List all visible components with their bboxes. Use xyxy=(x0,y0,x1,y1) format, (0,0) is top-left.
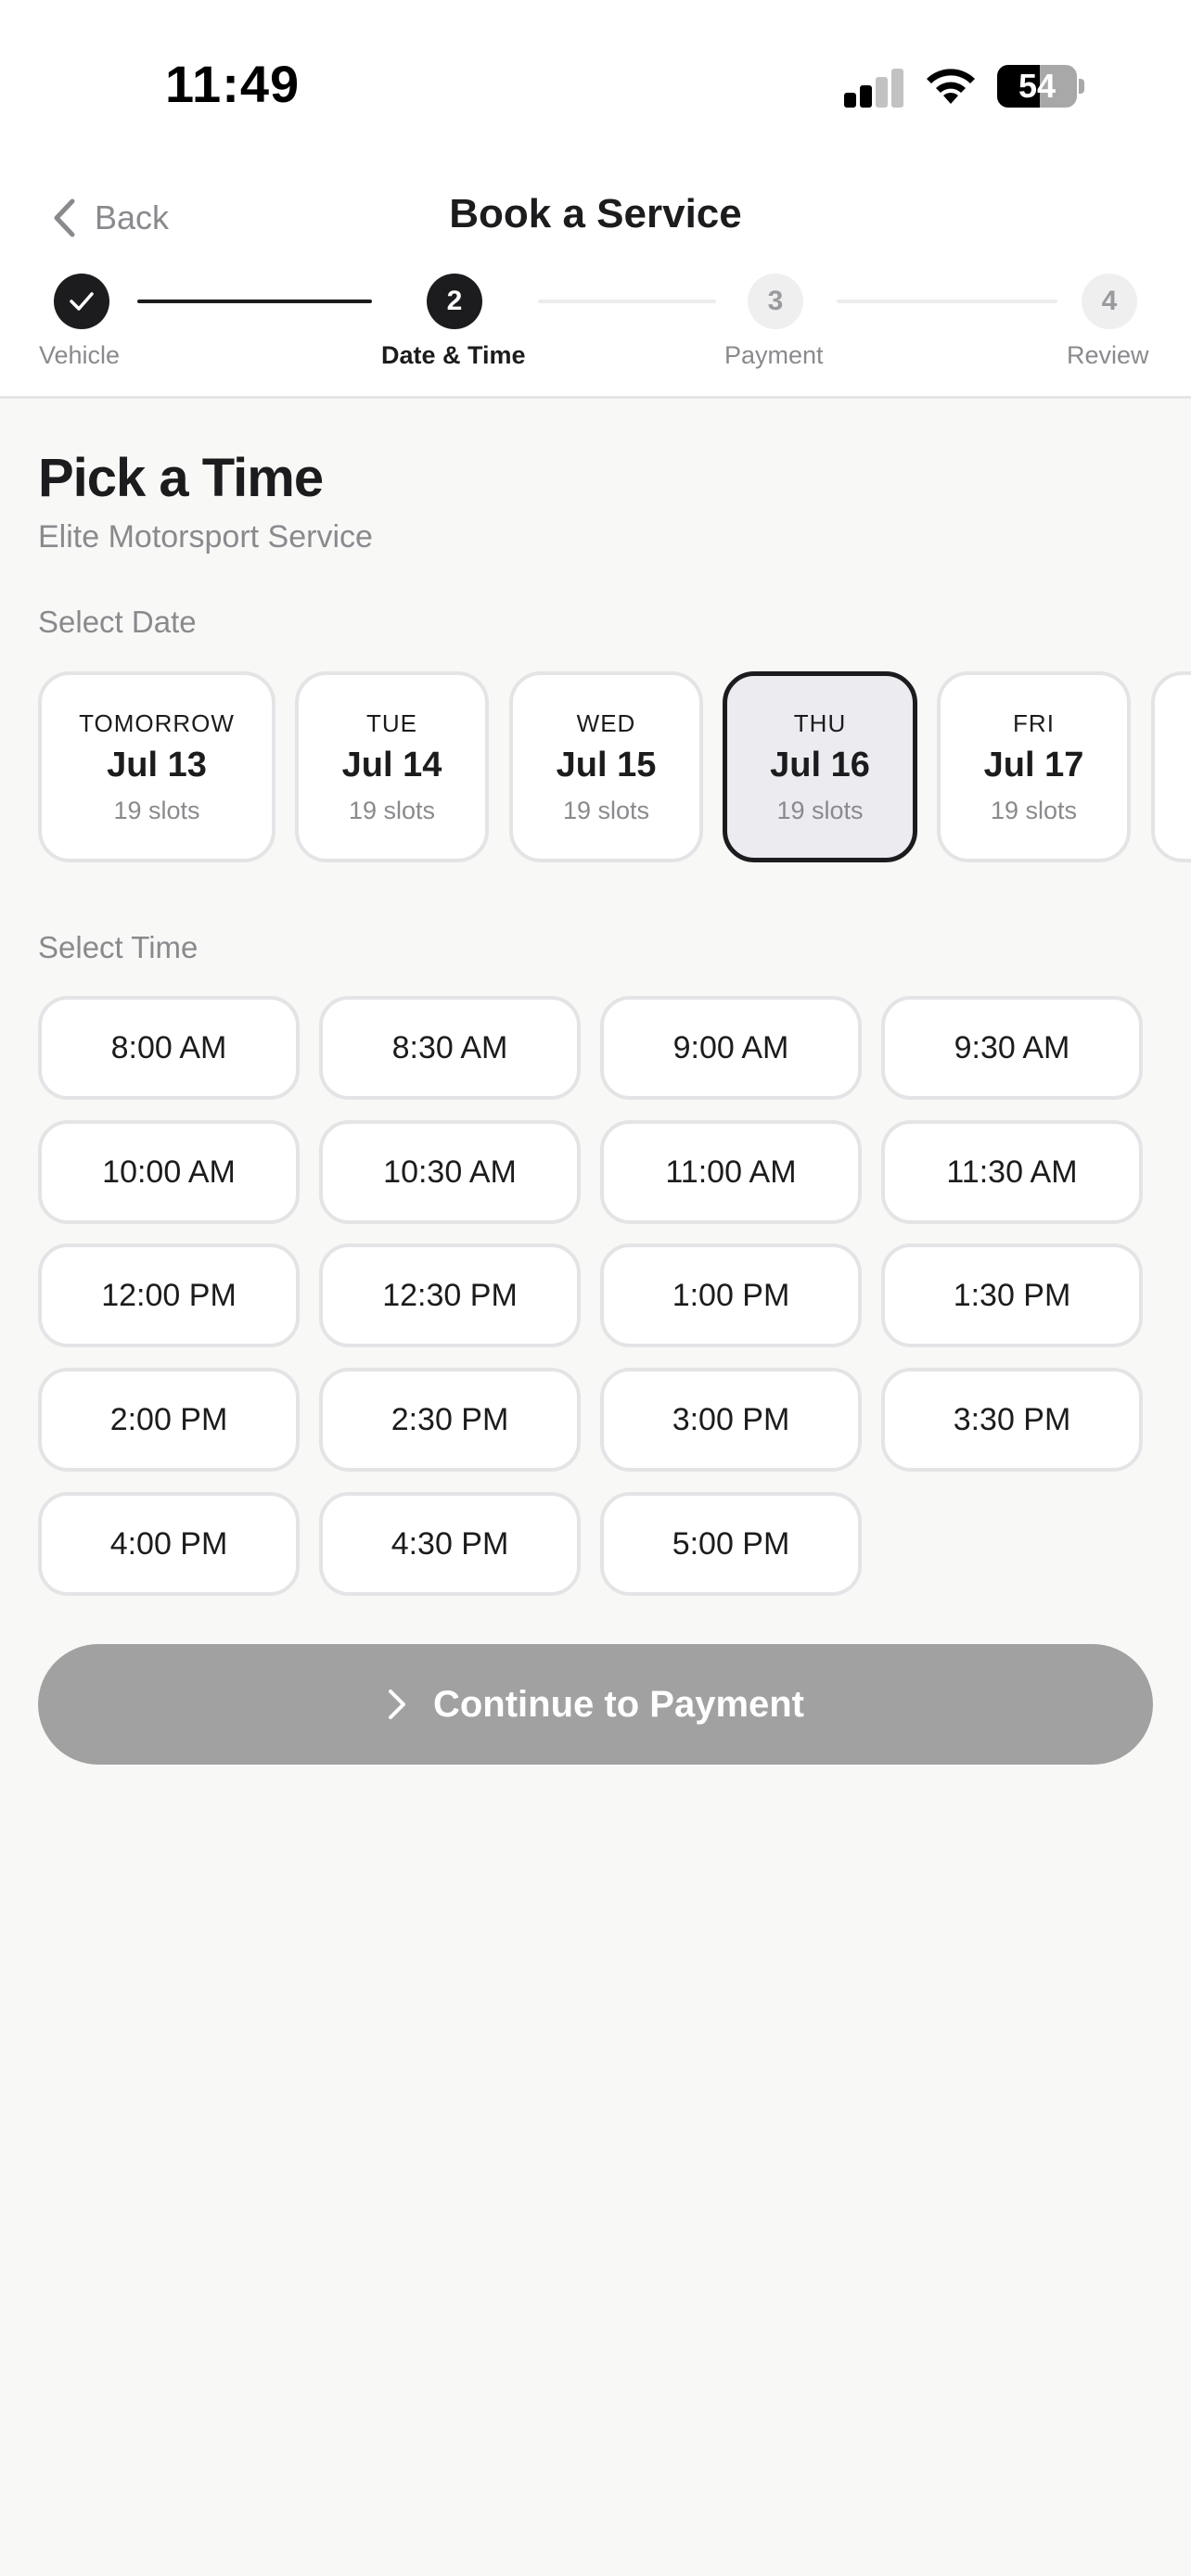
battery-level: 54 xyxy=(1018,67,1057,105)
chevron-right-icon xyxy=(388,1690,405,1719)
step-1-done xyxy=(54,274,109,329)
date-day: Jul 13 xyxy=(107,745,207,784)
date-picker-row[interactable]: TOMORROW Jul 13 19 slots TUE Jul 14 19 s… xyxy=(0,670,1191,864)
date-dow: TUE xyxy=(366,708,417,737)
time-slot-button[interactable]: 12:00 PM xyxy=(38,1243,300,1347)
step-label-vehicle: Vehicle xyxy=(39,341,121,369)
time-slot-button[interactable]: 11:00 AM xyxy=(600,1120,862,1224)
time-slot-button[interactable]: 12:30 PM xyxy=(319,1243,581,1347)
date-day: Jul 14 xyxy=(341,745,442,784)
section-heading: Pick a Time xyxy=(38,448,324,508)
step-label-payment: Payment xyxy=(724,341,824,369)
step-connector-2 xyxy=(538,300,716,303)
date-dow: THU xyxy=(793,708,847,737)
time-slot-button[interactable]: 3:00 PM xyxy=(600,1368,862,1472)
time-slot-button[interactable]: 3:30 PM xyxy=(881,1368,1143,1472)
step-4: 4 xyxy=(1082,274,1137,329)
select-time-label: Select Time xyxy=(38,930,198,964)
battery-nub xyxy=(1079,79,1084,94)
time-slot-button[interactable]: 10:00 AM xyxy=(38,1120,300,1224)
date-card-jul-17[interactable]: FRI Jul 17 19 slots xyxy=(937,671,1131,862)
time-slot-button[interactable]: 9:00 AM xyxy=(600,996,862,1100)
time-slot-button[interactable]: 11:30 AM xyxy=(881,1120,1143,1224)
step-label-review: Review xyxy=(1067,341,1149,369)
time-slot-button[interactable]: 10:30 AM xyxy=(319,1120,581,1224)
page-title: Book a Service xyxy=(449,191,742,236)
time-slot-button[interactable]: 9:30 AM xyxy=(881,996,1143,1100)
time-slot-button[interactable]: 4:30 PM xyxy=(319,1492,581,1596)
date-slots: 19 slots xyxy=(776,796,864,824)
step-connector-3 xyxy=(837,300,1057,303)
time-slot-button[interactable]: 2:00 PM xyxy=(38,1368,300,1472)
date-card-jul-14[interactable]: TUE Jul 14 19 slots xyxy=(295,671,489,862)
time-slot-button[interactable]: 5:00 PM xyxy=(600,1492,862,1596)
date-dow: TOMORROW xyxy=(79,708,235,737)
date-slots: 19 slots xyxy=(113,796,200,824)
time-slot-button[interactable]: 1:00 PM xyxy=(600,1243,862,1347)
header-area: 11:49 54 Back Book a Service 2 3 4 Vehic… xyxy=(0,0,1191,399)
step-connector-1 xyxy=(137,300,372,303)
date-day: Jul 17 xyxy=(983,745,1084,784)
date-card-next-partial[interactable] xyxy=(1151,671,1191,862)
time-slot-button[interactable]: 2:30 PM xyxy=(319,1368,581,1472)
select-date-label: Select Date xyxy=(38,605,197,639)
time-slot-button[interactable]: 1:30 PM xyxy=(881,1243,1143,1347)
date-dow: WED xyxy=(576,708,636,737)
date-slots: 19 slots xyxy=(348,796,436,824)
step-2-active: 2 xyxy=(427,274,482,329)
battery-icon: 54 xyxy=(997,65,1077,108)
date-day: Jul 15 xyxy=(556,745,657,784)
status-time: 11:49 xyxy=(165,55,301,113)
date-dow: FRI xyxy=(1013,708,1055,737)
cellular-signal-icon xyxy=(844,67,903,108)
date-card-jul-15[interactable]: WED Jul 15 19 slots xyxy=(509,671,703,862)
step-3: 3 xyxy=(748,274,803,329)
date-card-jul-16-selected[interactable]: THU Jul 16 19 slots xyxy=(723,671,917,862)
time-slot-button[interactable]: 8:00 AM xyxy=(38,996,300,1100)
wifi-icon xyxy=(927,69,975,104)
date-card-jul-13[interactable]: TOMORROW Jul 13 19 slots xyxy=(38,671,275,862)
step-label-date-time: Date & Time xyxy=(381,341,526,369)
date-slots: 19 slots xyxy=(990,796,1078,824)
date-slots: 19 slots xyxy=(562,796,650,824)
time-slot-button[interactable]: 4:00 PM xyxy=(38,1492,300,1596)
shop-name: Elite Motorsport Service xyxy=(38,519,373,555)
date-day: Jul 16 xyxy=(770,745,870,784)
continue-label: Continue to Payment xyxy=(432,1683,805,1725)
continue-to-payment-button[interactable]: Continue to Payment xyxy=(38,1644,1153,1765)
time-slot-button[interactable]: 8:30 AM xyxy=(319,996,581,1100)
checkmark-icon xyxy=(70,292,94,311)
